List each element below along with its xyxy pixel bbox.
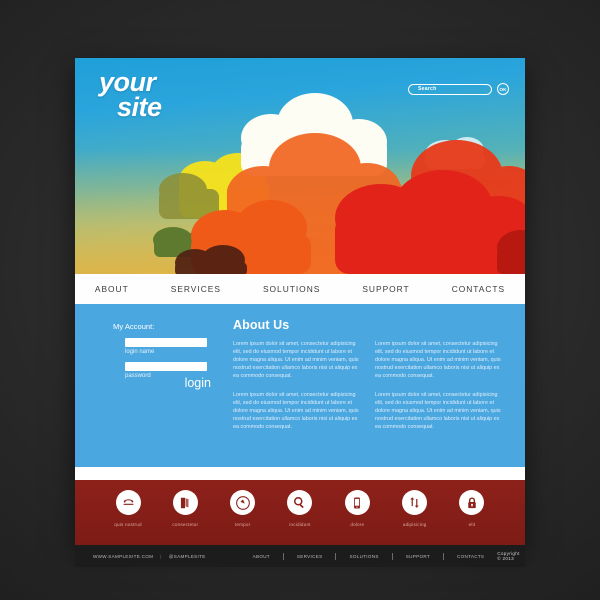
- service-label: elit: [468, 522, 476, 527]
- footer-contact-group: WWW.SAMPLESITE.COM | @SAMPLESITE: [93, 554, 206, 559]
- mobile-icon: [344, 490, 370, 515]
- footer-link-services[interactable]: SERVICES: [284, 554, 336, 559]
- search-submit-label: OK: [499, 86, 507, 92]
- service-item-incididunt[interactable]: incididunt: [273, 490, 327, 527]
- logo-line-2: site: [117, 92, 162, 122]
- footer-link-support[interactable]: SUPPORT: [393, 554, 443, 559]
- footer-social[interactable]: @SAMPLESITE: [169, 554, 206, 559]
- service-label: tempor: [234, 522, 251, 527]
- footer-divider: |: [160, 553, 162, 559]
- book-icon: [172, 490, 198, 515]
- account-panel: My Account: login name password login: [97, 318, 225, 467]
- content-area: My Account: login name password login Ab…: [75, 304, 525, 467]
- login-name-input[interactable]: [125, 338, 207, 347]
- search-bar: Search OK: [408, 83, 509, 95]
- services-icon-bar: quis nostrud consectetur tempor incididu…: [75, 480, 525, 545]
- nav-item-contacts[interactable]: CONTACTS: [431, 284, 525, 294]
- lock-icon: [459, 490, 485, 515]
- hero-banner: your site Search OK: [75, 58, 525, 274]
- about-paragraph: Lorem ipsum dolor sit amet, consectetur …: [375, 392, 501, 430]
- service-item-quis-nostrud[interactable]: quis nostrud: [101, 490, 155, 527]
- footer-navigation: ABOUT SERVICES SOLUTIONS SUPPORT CONTACT…: [240, 552, 498, 560]
- service-item-elit[interactable]: elit: [445, 490, 499, 527]
- copyright-text: Copyright © 2013: [497, 551, 520, 561]
- service-label: quis nostrud: [114, 522, 142, 527]
- footer-link-contacts[interactable]: CONTACTS: [444, 554, 497, 559]
- service-label: dolore: [350, 522, 365, 527]
- service-item-tempor[interactable]: tempor: [216, 490, 270, 527]
- about-text-grid: Lorem ipsum dolor sit amet, consectetur …: [233, 340, 503, 431]
- site-logo[interactable]: your site: [99, 69, 162, 122]
- account-title: My Account:: [113, 322, 155, 331]
- footer-website[interactable]: WWW.SAMPLESITE.COM: [93, 554, 153, 559]
- nav-item-solutions[interactable]: SOLUTIONS: [242, 284, 341, 294]
- bottom-footer: WWW.SAMPLESITE.COM | @SAMPLESITE ABOUT S…: [75, 545, 525, 567]
- about-paragraph: Lorem ipsum dolor sit amet, consectetur …: [233, 392, 359, 430]
- nav-item-services[interactable]: SERVICES: [150, 284, 242, 294]
- service-item-adipisicing[interactable]: adipisicing: [388, 490, 442, 527]
- phone-icon: [115, 490, 141, 515]
- service-item-dolore[interactable]: dolore: [330, 490, 384, 527]
- search-submit-button[interactable]: OK: [497, 83, 509, 95]
- about-section: About Us Lorem ipsum dolor sit amet, con…: [225, 318, 503, 467]
- search-icon: [287, 490, 313, 515]
- exchange-icon: [402, 490, 428, 515]
- about-title: About Us: [233, 318, 290, 332]
- password-input[interactable]: [125, 362, 207, 371]
- footer-link-about[interactable]: ABOUT: [240, 554, 283, 559]
- nav-item-support[interactable]: SUPPORT: [341, 284, 430, 294]
- service-label: incididunt: [289, 522, 311, 527]
- login-name-label: login name: [125, 349, 155, 355]
- screenshot-backdrop: your site Search OK ABOUT SERVICES SOLUT…: [0, 0, 600, 600]
- service-label: consectetur: [172, 522, 199, 527]
- footer-link-solutions[interactable]: SOLUTIONS: [336, 554, 391, 559]
- service-item-consectetur[interactable]: consectetur: [158, 490, 212, 527]
- main-navigation: ABOUT SERVICES SOLUTIONS SUPPORT CONTACT…: [75, 274, 525, 304]
- about-paragraph: Lorem ipsum dolor sit amet, consectetur …: [233, 341, 359, 379]
- nav-item-about[interactable]: ABOUT: [75, 284, 150, 294]
- service-label: adipisicing: [402, 522, 427, 527]
- section-divider: [75, 467, 525, 480]
- search-input[interactable]: Search: [408, 83, 492, 95]
- about-paragraph: Lorem ipsum dolor sit amet, consectetur …: [375, 341, 501, 379]
- search-input-value: Search: [418, 86, 437, 92]
- clock-icon: [230, 490, 256, 515]
- website-template-card: your site Search OK ABOUT SERVICES SOLUT…: [75, 58, 525, 545]
